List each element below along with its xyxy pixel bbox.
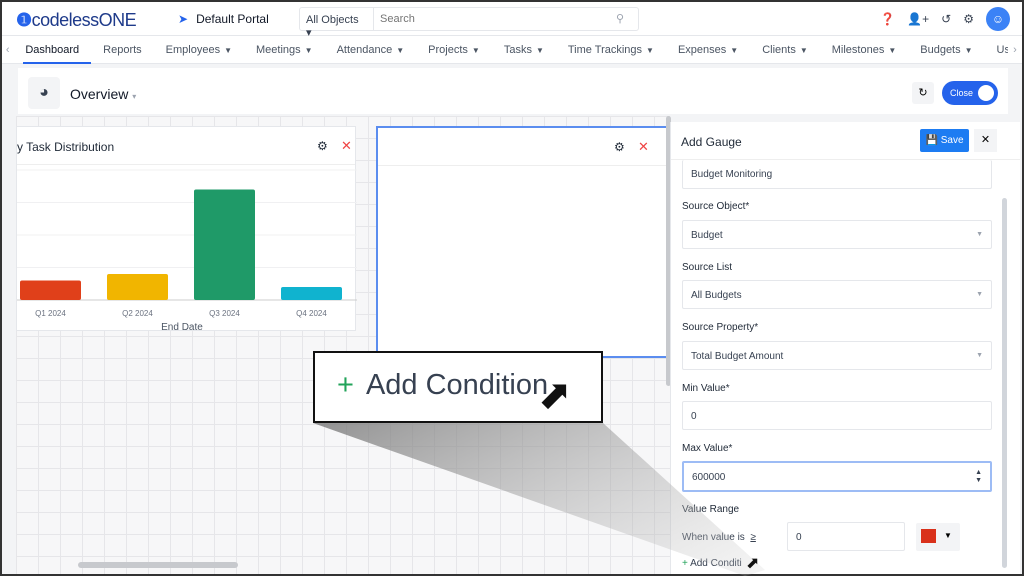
plus-icon: +	[337, 369, 354, 401]
callout-text: Add Condition	[365, 369, 549, 401]
cursor-icon: ⬈	[746, 555, 760, 572]
cursor-icon: ⬈	[538, 373, 572, 417]
zoom-callout-shadow	[313, 351, 765, 576]
